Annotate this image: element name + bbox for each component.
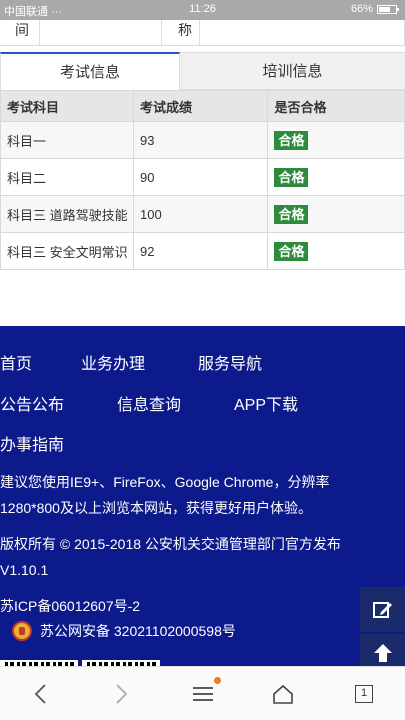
footer-link-announcements[interactable]: 公告公布 (0, 391, 64, 415)
footer-link-app-download[interactable]: APP下载 (234, 391, 298, 415)
table-header-row: 考试科目 考试成绩 是否合格 (0, 90, 405, 122)
tab-training-info[interactable]: 培训信息 (180, 52, 405, 90)
police-badge-icon (12, 621, 32, 641)
info-value-name (200, 20, 405, 46)
subject-text: 科目二 (7, 170, 47, 186)
police-record[interactable]: 苏公网安备 32021102000598号 (40, 619, 236, 643)
footer-link-business[interactable]: 业务办理 (81, 350, 145, 374)
browser-back-button[interactable] (10, 667, 70, 720)
edit-icon (372, 601, 392, 618)
copyright: 版权所有 © 2015-2018 公安机关交通管理部门官方发布 V1.10.1 (0, 532, 341, 582)
footer-link-guide[interactable]: 办事指南 (0, 431, 64, 455)
feedback-button[interactable] (360, 587, 405, 632)
info-value-time (40, 20, 162, 46)
notification-dot (214, 677, 221, 684)
subject-text: 科目三 安全文明常识 (7, 244, 128, 260)
chevron-left-icon (34, 684, 46, 704)
battery-icon (377, 4, 399, 14)
footer-link-info-query[interactable]: 信息查询 (117, 391, 181, 415)
cell-score: 100 (132, 195, 269, 233)
cell-result: 合格 (267, 121, 405, 159)
copyright-line-1: 版权所有 © 2015-2018 公安机关交通管理部门官方发布 (0, 536, 341, 552)
cell-subject: 科目一 (0, 121, 134, 159)
info-tabs: 考试信息 培训信息 (0, 52, 405, 90)
browser-advice: 建议您使用IE9+、FireFox、Google Chrome，分辨率 1280… (0, 470, 329, 520)
menu-icon (193, 687, 213, 701)
header-subject: 考试科目 (0, 90, 134, 122)
cell-score: 93 (132, 121, 269, 159)
clock-text: 11:26 (189, 3, 216, 15)
battery-percent: 66% (350, 3, 373, 15)
browser-advice-line-1: 建议您使用IE9+、FireFox、Google Chrome，分辨率 (0, 474, 330, 490)
cell-subject: 科目三 安全文明常识 (0, 232, 134, 270)
cell-score: 92 (132, 232, 269, 270)
header-result: 是否合格 (267, 90, 405, 122)
icp-record[interactable]: 苏ICP备06012607号-2 (0, 594, 140, 618)
cell-result: 合格 (267, 158, 405, 196)
cell-score: 90 (132, 158, 269, 196)
cell-result: 合格 (267, 232, 405, 270)
browser-nav-bar: 1 (0, 666, 405, 720)
arrow-up-icon (373, 644, 392, 662)
browser-forward-button[interactable] (92, 667, 152, 720)
browser-tabs-button[interactable]: 1 (334, 667, 394, 720)
cell-result: 合格 (267, 195, 405, 233)
footer-link-service-nav[interactable]: 服务导航 (198, 350, 262, 374)
subject-text: 科目一 (7, 133, 47, 149)
cell-subject: 科目二 (0, 158, 134, 196)
pass-badge: 合格 (274, 204, 309, 224)
back-to-top-button[interactable] (360, 634, 405, 666)
version-text: V1.10.1 (0, 562, 49, 578)
table-row: 科目三 道路驾驶技能 100 合格 (0, 195, 405, 233)
footer-link-home[interactable]: 首页 (0, 350, 32, 374)
driver-info-row: 间 称 (0, 20, 405, 46)
pass-badge: 合格 (274, 167, 309, 187)
browser-menu-button[interactable] (173, 667, 233, 720)
info-label-time: 间 (0, 20, 40, 46)
header-score: 考试成绩 (132, 90, 269, 122)
chevron-right-icon (116, 684, 128, 704)
site-footer: 首页 业务办理 服务导航 公告公布 信息查询 APP下载 办事指南 建议您使用I… (0, 326, 405, 686)
pass-badge: 合格 (274, 130, 309, 150)
tab-exam-info[interactable]: 考试信息 (0, 52, 180, 90)
table-row: 科目二 90 合格 (0, 158, 405, 196)
tab-count: 1 (355, 685, 373, 703)
info-label-name: 称 (162, 20, 200, 46)
pass-badge: 合格 (274, 241, 309, 261)
table-row: 科目一 93 合格 (0, 121, 405, 159)
status-bar: 中国联通 ··· 11:26 66% (0, 0, 405, 20)
browser-advice-line-2: 1280*800及以上浏览本网站，获得更好用户体验。 (0, 500, 312, 516)
table-row: 科目三 安全文明常识 92 合格 (0, 232, 405, 270)
battery-indicator: 66% (350, 3, 399, 15)
subject-text: 科目三 道路驾驶技能 (7, 207, 128, 223)
browser-home-button[interactable] (253, 667, 313, 720)
cell-subject: 科目三 道路驾驶技能 (0, 195, 134, 233)
exam-score-table: 考试科目 考试成绩 是否合格 科目一 93 合格 科目二 90 合格 科目三 道… (0, 90, 405, 270)
home-icon (273, 684, 293, 704)
